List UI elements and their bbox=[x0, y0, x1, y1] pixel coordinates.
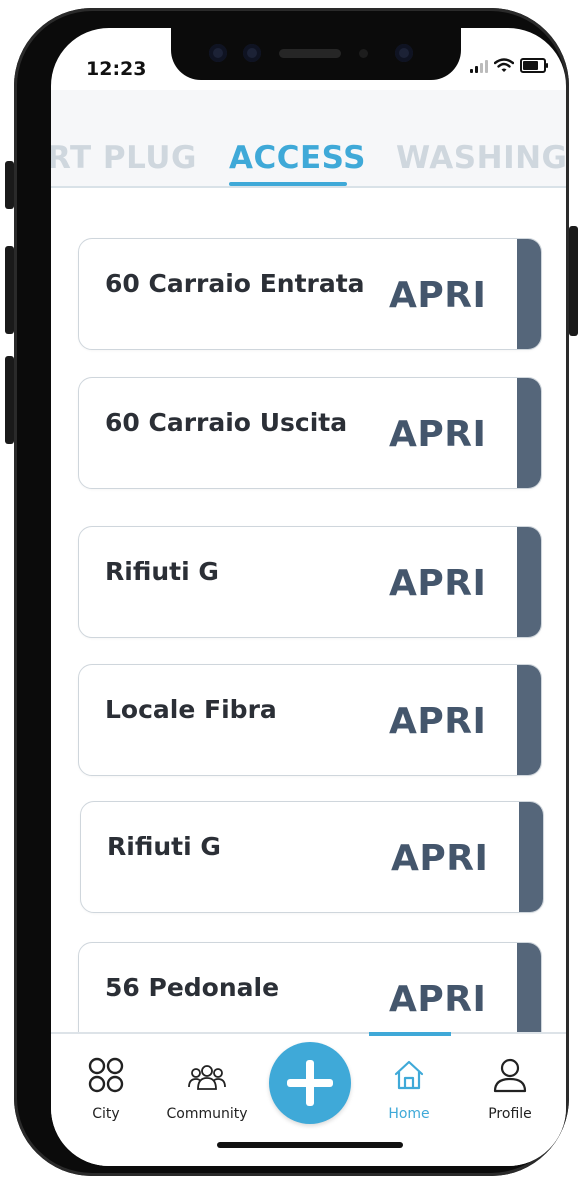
apri-button[interactable]: APRI bbox=[389, 979, 486, 1020]
card-strip bbox=[517, 527, 541, 637]
access-list: 60 Carraio Entrata APRI 60 Carraio Uscit… bbox=[51, 188, 566, 1034]
access-card[interactable]: Rifiuti G APRI bbox=[78, 526, 542, 638]
tab-washing-machine[interactable]: WASHING M bbox=[396, 138, 566, 178]
tab-bar: RT PLUG ACCESS WASHING M bbox=[51, 138, 566, 186]
screen: 12:23 RT PLUG ACCESS WASHING M bbox=[51, 28, 566, 1166]
front-camera-icon bbox=[395, 44, 413, 62]
camera-icon bbox=[209, 44, 227, 62]
add-button[interactable] bbox=[269, 1042, 351, 1124]
apri-button[interactable]: APRI bbox=[389, 701, 486, 742]
nav-profile[interactable]: Profile bbox=[460, 1056, 560, 1126]
volume-up-button bbox=[5, 246, 14, 334]
access-name: 60 Carraio Uscita bbox=[105, 408, 348, 437]
card-strip bbox=[519, 802, 543, 912]
access-name: 60 Carraio Entrata bbox=[105, 269, 365, 298]
proximity-sensor bbox=[359, 49, 368, 58]
status-icons bbox=[470, 58, 548, 73]
home-bar[interactable] bbox=[217, 1142, 403, 1148]
bottom-navigation: City Community Home Profile bbox=[51, 1032, 566, 1166]
access-card[interactable]: Rifiuti G APRI bbox=[80, 801, 544, 913]
nav-community[interactable]: Community bbox=[157, 1056, 257, 1126]
nav-home[interactable]: Home bbox=[359, 1056, 459, 1126]
home-active-indicator bbox=[369, 1032, 451, 1036]
active-tab-indicator bbox=[229, 182, 347, 186]
notch bbox=[171, 28, 461, 80]
wifi-icon bbox=[494, 58, 514, 72]
mute-switch bbox=[5, 161, 14, 209]
access-card[interactable]: Locale Fibra APRI bbox=[78, 664, 542, 776]
battery-icon bbox=[520, 58, 548, 73]
access-card[interactable]: 60 Carraio Entrata APRI bbox=[78, 238, 542, 350]
apri-button[interactable]: APRI bbox=[389, 563, 486, 604]
nav-city-label: City bbox=[92, 1106, 120, 1122]
profile-icon bbox=[493, 1058, 527, 1093]
nav-home-label: Home bbox=[388, 1106, 430, 1122]
access-card[interactable]: 56 Pedonale APRI bbox=[78, 942, 542, 1034]
apri-button[interactable]: APRI bbox=[389, 414, 486, 455]
tab-access[interactable]: ACCESS bbox=[229, 138, 366, 178]
city-icon bbox=[88, 1057, 124, 1093]
access-name: Rifiuti G bbox=[107, 832, 221, 861]
volume-down-button bbox=[5, 356, 14, 444]
nav-profile-label: Profile bbox=[488, 1106, 532, 1122]
apri-button[interactable]: APRI bbox=[391, 838, 488, 879]
power-button bbox=[569, 226, 578, 336]
nav-community-label: Community bbox=[166, 1106, 248, 1122]
phone-frame: 12:23 RT PLUG ACCESS WASHING M bbox=[5, 8, 578, 1176]
access-name: Rifiuti G bbox=[105, 557, 219, 586]
card-strip bbox=[517, 378, 541, 488]
signal-icon bbox=[470, 59, 488, 73]
access-name: 56 Pedonale bbox=[105, 973, 280, 1002]
card-strip bbox=[517, 665, 541, 775]
home-icon bbox=[394, 1060, 424, 1090]
apri-button[interactable]: APRI bbox=[389, 275, 486, 316]
access-name: Locale Fibra bbox=[105, 695, 277, 724]
tab-smart-plug[interactable]: RT PLUG bbox=[51, 138, 197, 178]
community-icon bbox=[188, 1065, 226, 1090]
card-strip bbox=[517, 943, 541, 1034]
access-card[interactable]: 60 Carraio Uscita APRI bbox=[78, 377, 542, 489]
sensor-icon bbox=[243, 44, 261, 62]
nav-divider bbox=[51, 1032, 566, 1034]
status-time: 12:23 bbox=[86, 58, 147, 80]
nav-city[interactable]: City bbox=[56, 1056, 156, 1126]
speaker-grille bbox=[279, 49, 341, 58]
card-strip bbox=[517, 239, 541, 349]
